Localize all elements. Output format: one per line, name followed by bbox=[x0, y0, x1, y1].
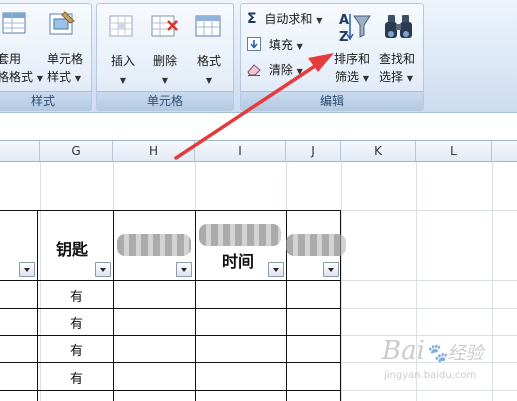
eraser-icon bbox=[247, 64, 261, 76]
fill-button[interactable]: 填充 ▼ bbox=[247, 36, 303, 54]
fill-down-icon bbox=[247, 37, 261, 51]
svg-text:A: A bbox=[339, 13, 349, 28]
fill-label: 填充 bbox=[268, 38, 293, 52]
watermark-cn: 经验 bbox=[447, 343, 484, 364]
column-header-k[interactable]: K bbox=[341, 141, 416, 162]
table-border bbox=[113, 210, 114, 401]
filter-dropdown-f[interactable] bbox=[19, 262, 35, 277]
cell-styles-icon bbox=[49, 11, 75, 35]
filter-dropdown-g[interactable] bbox=[95, 262, 111, 277]
table-cell-g2[interactable]: 有 bbox=[40, 313, 113, 332]
styles-group-label: 样式 bbox=[0, 91, 91, 110]
find-select-button[interactable]: 查找和 选择 ▼ bbox=[379, 50, 415, 88]
format-label: 格式 bbox=[196, 54, 221, 68]
gridline bbox=[340, 210, 517, 211]
watermark-main: Bai bbox=[382, 336, 425, 366]
paw-icon: 🐾 bbox=[424, 343, 448, 364]
column-header-l[interactable]: L bbox=[416, 141, 492, 162]
gridline bbox=[40, 162, 41, 401]
table-border bbox=[0, 362, 341, 363]
redacted-header-j bbox=[286, 234, 346, 256]
sort-filter-button[interactable]: 排序和 筛选 ▼ bbox=[334, 50, 370, 88]
filter-dropdown-h[interactable] bbox=[176, 262, 192, 277]
watermark-logo: Bai🐾经验 bbox=[382, 336, 483, 366]
redacted-header-h bbox=[117, 234, 191, 256]
table-border bbox=[0, 308, 341, 309]
clear-button[interactable]: 清除 ▼ bbox=[247, 61, 303, 79]
cell-styles-button[interactable]: 单元格 样式 ▼ bbox=[47, 50, 83, 88]
table-border bbox=[195, 210, 196, 401]
insert-button[interactable]: 插入 ▼ bbox=[109, 52, 137, 90]
column-header-j[interactable]: J bbox=[286, 141, 341, 162]
sort-filter-icon: A Z bbox=[339, 13, 371, 44]
styles-group: 套用 格格式 ▼ 单元格 样式 ▼ 样式 bbox=[0, 3, 92, 111]
header-cell-time: 时间 bbox=[222, 252, 255, 271]
column-header-row: G H I J K L bbox=[0, 140, 517, 162]
clear-label: 清除 bbox=[268, 63, 293, 77]
sort-filter-label-1: 排序和 bbox=[334, 52, 371, 66]
cell-styles-label-2: 样式 bbox=[47, 70, 72, 84]
column-header-g[interactable]: G bbox=[40, 141, 113, 162]
format-as-table-button[interactable]: 套用 格格式 ▼ bbox=[0, 50, 43, 88]
format-cells-icon bbox=[195, 15, 221, 37]
gridline bbox=[340, 280, 517, 281]
filter-dropdown-i[interactable] bbox=[268, 262, 284, 277]
table-border bbox=[0, 390, 341, 391]
sigma-icon: Σ bbox=[247, 11, 257, 27]
gridline bbox=[341, 162, 342, 401]
filter-dropdown-j[interactable] bbox=[323, 262, 339, 277]
cells-group-label: 单元格 bbox=[97, 91, 233, 110]
delete-label: 删除 bbox=[152, 54, 177, 68]
format-as-table-label-1: 套用 bbox=[0, 52, 22, 66]
gridline bbox=[492, 162, 493, 401]
redacted-header-i bbox=[199, 224, 281, 246]
format-as-table-label-2: 格格式 bbox=[0, 70, 34, 84]
delete-button[interactable]: 删除 ▼ bbox=[151, 52, 179, 90]
autosum-button[interactable]: Σ 自动求和 ▼ bbox=[247, 10, 322, 28]
cells-group: 插入 ▼ 删除 ▼ 格式 ▼ 单元格 bbox=[96, 3, 234, 111]
editing-group-label: 编辑 bbox=[241, 91, 423, 110]
header-cell-key: 钥匙 bbox=[56, 240, 89, 259]
fill-dropdown-icon: ▼ bbox=[296, 42, 303, 51]
column-header-f[interactable] bbox=[0, 141, 40, 162]
editing-group: Σ 自动求和 ▼ 填充 ▼ 清除 ▼ A Z 排序和 筛选 ▼ 查找和 选择 ▼… bbox=[240, 3, 424, 111]
insert-cells-icon bbox=[109, 15, 133, 37]
sort-filter-label-2: 筛选 bbox=[335, 70, 360, 84]
autosum-label: 自动求和 bbox=[264, 12, 313, 26]
table-border bbox=[37, 210, 38, 401]
table-cell-g3[interactable]: 有 bbox=[40, 340, 113, 359]
column-header-m[interactable] bbox=[492, 141, 517, 162]
table-border bbox=[0, 335, 341, 336]
gridline bbox=[340, 390, 517, 391]
find-select-label-2: 选择 bbox=[379, 70, 404, 84]
autosum-dropdown-icon: ▼ bbox=[316, 16, 323, 25]
clear-dropdown-icon: ▼ bbox=[296, 67, 303, 76]
insert-label: 插入 bbox=[110, 54, 135, 68]
formula-area-strip bbox=[0, 113, 517, 140]
binoculars-icon bbox=[385, 15, 412, 38]
table-cell-g1[interactable]: 有 bbox=[40, 286, 113, 305]
cell-styles-label-1: 单元格 bbox=[47, 52, 84, 66]
format-button[interactable]: 格式 ▼ bbox=[195, 52, 223, 90]
column-header-h[interactable]: H bbox=[113, 141, 195, 162]
svg-text:Z: Z bbox=[339, 30, 348, 44]
watermark-url: jingyan.baidu.com bbox=[384, 370, 477, 381]
table-border bbox=[0, 280, 341, 281]
gridline bbox=[340, 308, 517, 309]
delete-cells-icon bbox=[151, 15, 178, 37]
column-header-i[interactable]: I bbox=[195, 141, 286, 162]
find-select-label-1: 查找和 bbox=[379, 52, 416, 66]
ribbon: 套用 格格式 ▼ 单元格 样式 ▼ 样式 插入 ▼ 删除 ▼ 格式 ▼ 单元格 … bbox=[0, 0, 517, 113]
table-style-icon bbox=[2, 12, 26, 34]
table-cell-g4[interactable]: 有 bbox=[40, 368, 113, 387]
table-border bbox=[0, 210, 341, 211]
